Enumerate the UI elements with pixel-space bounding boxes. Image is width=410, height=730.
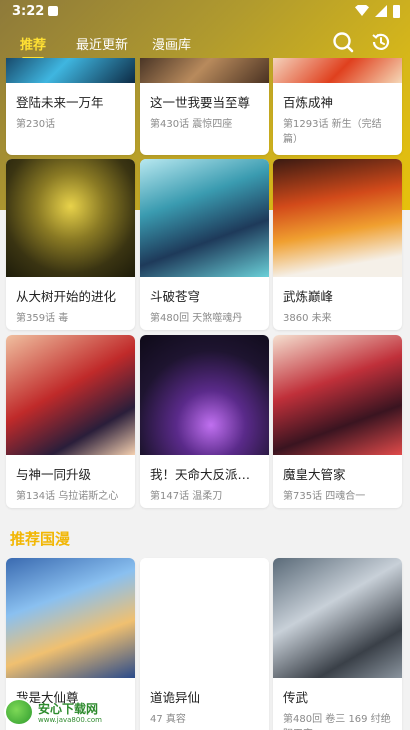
comic-card[interactable]: 登陆未来一万年 第230话 — [6, 58, 135, 155]
comic-subtitle: 3860 未来 — [283, 313, 332, 324]
comic-subtitle: 第430话 震惊四座 — [150, 119, 233, 130]
status-time: 3:22 — [12, 4, 45, 19]
content-scroll[interactable]: 登陆未来一万年 第230话 这一世我要当至尊 第430话 震惊四座 百炼成神 第… — [0, 58, 410, 730]
comic-title: 斗破苍穹 — [150, 289, 201, 304]
watermark-url: www.java800.com — [38, 716, 102, 724]
comic-cover — [6, 558, 135, 678]
comic-card[interactable]: 百炼成神 第1293话 新生（完结篇） — [273, 58, 402, 155]
comic-title: 武炼巅峰 — [283, 289, 334, 304]
comic-card[interactable]: 传武 第480回 卷三 169 纣绝阴天宫 — [273, 558, 402, 730]
comic-title: 道诡异仙 — [150, 690, 201, 705]
comic-title: 我！天命大反派… — [150, 467, 251, 482]
comic-subtitle: 第147话 温柔刀 — [150, 491, 223, 502]
comic-cover — [140, 58, 269, 83]
comic-card[interactable]: 魔皇大管家 第735话 四魂合一 — [273, 335, 402, 508]
comic-card[interactable]: 与神一同升级 第134话 乌拉诺斯之心 — [6, 335, 135, 508]
comic-cover — [140, 558, 269, 678]
comic-cover — [6, 159, 135, 277]
comic-cover — [6, 335, 135, 455]
signal-icon — [375, 5, 387, 17]
comic-cover — [273, 558, 402, 678]
notification-icon — [48, 6, 58, 16]
tab-comic-library[interactable]: 漫画库 — [152, 34, 191, 53]
comic-title: 登陆未来一万年 — [16, 95, 104, 110]
comic-subtitle: 第359话 毒 — [16, 313, 69, 324]
comic-subtitle: 第230话 — [16, 119, 56, 130]
comic-card[interactable]: 武炼巅峰 3860 未来 — [273, 159, 402, 330]
comic-cover — [140, 159, 269, 277]
comic-cover — [273, 159, 402, 277]
comic-cover — [273, 335, 402, 455]
comic-subtitle: 第480回 天煞噬魂丹 — [150, 313, 243, 324]
search-icon[interactable] — [332, 31, 354, 53]
comic-subtitle: 第480回 卷三 169 纣绝阴天宫 — [283, 714, 391, 730]
battery-icon — [393, 5, 400, 18]
comic-subtitle: 第134话 乌拉诺斯之心 — [16, 491, 119, 502]
comic-title: 百炼成神 — [283, 95, 334, 110]
comic-card[interactable]: 道诡异仙 47 真容 — [140, 558, 269, 730]
wifi-icon — [355, 5, 369, 16]
comic-cover — [6, 58, 135, 83]
comic-title: 从大树开始的进化 — [16, 289, 117, 304]
watermark: 安心下载网 www.java800.com — [0, 694, 130, 730]
comic-title: 魔皇大管家 — [283, 467, 346, 482]
history-icon[interactable] — [370, 31, 392, 53]
tab-recommend[interactable]: 推荐 — [20, 34, 46, 53]
section-title: 推荐国漫 — [10, 530, 71, 548]
comic-subtitle: 47 真容 — [150, 714, 186, 725]
comic-title: 这一世我要当至尊 — [150, 95, 251, 110]
comic-title: 传武 — [283, 690, 309, 705]
comic-card[interactable]: 我！天命大反派… 第147话 温柔刀 — [140, 335, 269, 508]
comic-subtitle: 第1293话 新生（完结篇） — [283, 119, 382, 145]
watermark-text: 安心下载网 — [38, 702, 99, 716]
status-bar: 3:22 — [0, 0, 410, 24]
tab-recent-updates[interactable]: 最近更新 — [76, 34, 128, 53]
comic-cover — [273, 58, 402, 83]
comic-card[interactable]: 从大树开始的进化 第359话 毒 — [6, 159, 135, 330]
comic-title: 与神一同升级 — [16, 467, 92, 482]
top-nav: 推荐 最近更新 漫画库 — [0, 26, 410, 60]
comic-card[interactable]: 这一世我要当至尊 第430话 震惊四座 — [140, 58, 269, 155]
comic-cover — [140, 335, 269, 455]
watermark-logo-icon — [4, 698, 34, 726]
comic-card[interactable]: 斗破苍穹 第480回 天煞噬魂丹 — [140, 159, 269, 330]
comic-subtitle: 第735话 四魂合一 — [283, 491, 366, 502]
